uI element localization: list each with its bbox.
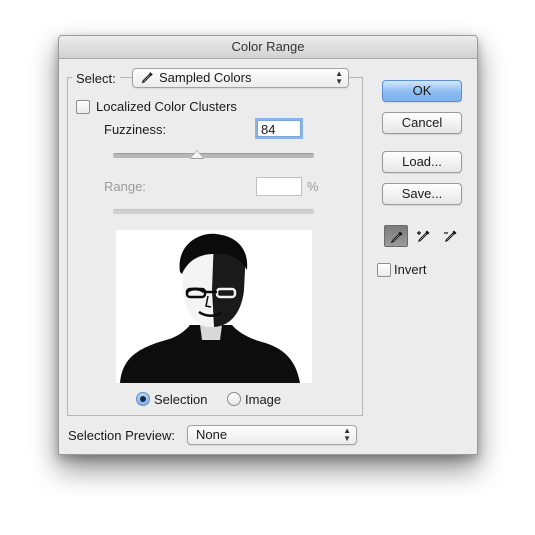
- fuzziness-slider[interactable]: [113, 153, 314, 158]
- eyedropper-tool[interactable]: [384, 225, 408, 247]
- select-label: Select:: [72, 71, 120, 86]
- dialog-title: Color Range: [59, 36, 477, 59]
- fuzziness-label: Fuzziness:: [104, 122, 167, 137]
- select-dropdown[interactable]: Sampled Colors ▲ ▼: [132, 68, 349, 88]
- invert-label: Invert: [394, 262, 427, 277]
- save-button[interactable]: Save...: [382, 183, 462, 205]
- image-radio[interactable]: [227, 392, 241, 406]
- eyedropper-plus-icon: [416, 229, 432, 246]
- selection-preview-arrows-icon: ▲ ▼: [343, 426, 351, 443]
- select-value: Sampled Colors: [159, 70, 252, 85]
- selection-preview-label: Selection Preview:: [68, 428, 175, 443]
- cancel-button[interactable]: Cancel: [382, 112, 462, 134]
- subtract-from-sample-tool[interactable]: [438, 225, 462, 247]
- fuzziness-input[interactable]: 84: [257, 120, 301, 137]
- color-range-dialog: Color Range Select: Sampled Colors ▲ ▼ Lo…: [58, 35, 478, 455]
- range-input: [256, 177, 302, 196]
- eyedropper-icon: [141, 71, 154, 87]
- eyedropper-icon: [390, 230, 404, 247]
- fuzziness-slider-thumb[interactable]: [190, 150, 205, 159]
- selection-preview-dropdown[interactable]: None ▲ ▼: [187, 425, 357, 445]
- selection-preview-image: [116, 230, 312, 383]
- selection-preview-value: None: [196, 427, 228, 442]
- load-button[interactable]: Load...: [382, 151, 462, 173]
- ok-button[interactable]: OK: [382, 80, 462, 102]
- select-arrows-icon: ▲ ▼: [335, 69, 343, 86]
- invert-checkbox[interactable]: [377, 263, 391, 277]
- selection-radio[interactable]: [136, 392, 150, 406]
- eyedropper-minus-icon: [443, 229, 459, 246]
- localized-color-clusters-label: Localized Color Clusters: [96, 99, 237, 114]
- add-to-sample-tool[interactable]: [411, 225, 435, 247]
- image-radio-label: Image: [245, 392, 282, 407]
- range-unit: %: [307, 179, 319, 194]
- selection-radio-label: Selection: [154, 392, 208, 407]
- range-label: Range:: [104, 179, 146, 194]
- range-slider: [113, 209, 314, 214]
- localized-color-clusters-checkbox[interactable]: [76, 100, 90, 114]
